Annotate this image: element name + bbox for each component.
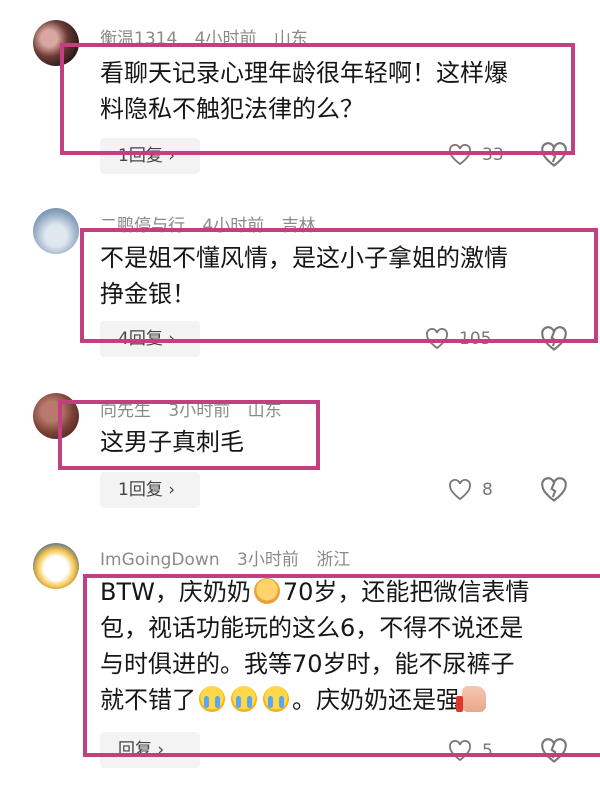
highlight-frame [60,43,575,155]
comment-meta: ImGoingDown 3小时前 浙江 [100,545,362,570]
highlight-frame [83,574,600,757]
like-button[interactable]: 8 [448,475,493,505]
avatar[interactable] [33,543,79,589]
highlight-frame [58,400,320,470]
username[interactable]: ImGoingDown [100,550,220,570]
broken-heart-icon[interactable] [540,476,568,504]
like-count: 8 [482,480,493,500]
replies-button[interactable]: 1回复 › [100,472,200,508]
avatar[interactable] [33,208,79,254]
timestamp: 3小时前 [237,550,299,570]
heart-icon [449,479,471,501]
location: 浙江 [316,550,351,570]
highlight-frame [80,228,598,343]
